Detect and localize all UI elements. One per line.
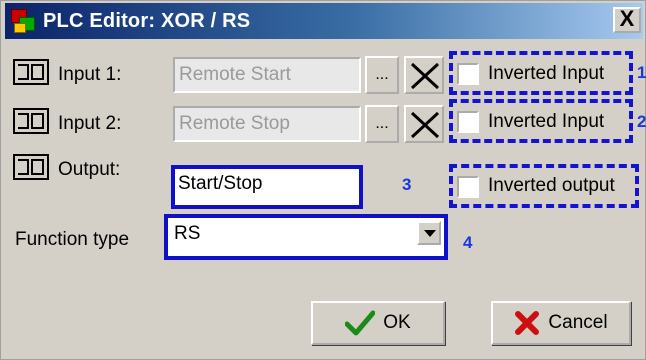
plc-block-icon: [13, 154, 49, 180]
output-field[interactable]: Start/Stop: [171, 165, 363, 209]
output-invert-label: Inverted output: [488, 175, 615, 196]
close-button[interactable]: X: [613, 7, 641, 33]
input-2-label: Input 2:: [58, 113, 122, 134]
plc-block-icon: [13, 59, 49, 85]
input-2-field[interactable]: Remote Stop: [173, 106, 361, 142]
input-1-clear-button[interactable]: [404, 56, 444, 94]
ok-label: OK: [383, 312, 411, 333]
input-1-browse-button[interactable]: ...: [365, 56, 399, 94]
ok-button[interactable]: OK: [311, 301, 445, 345]
cancel-label: Cancel: [548, 312, 608, 333]
function-type-label: Function type: [15, 229, 130, 250]
cancel-button[interactable]: Cancel: [491, 301, 631, 345]
output-invert-checkbox[interactable]: [457, 176, 479, 198]
function-type-select[interactable]: RS: [164, 214, 448, 260]
input-1-label: Input 1:: [58, 64, 122, 85]
marker-3: 3: [402, 175, 412, 194]
input-2-clear-button[interactable]: [404, 105, 444, 143]
marker-1: 1: [637, 63, 646, 82]
function-type-value: RS: [174, 223, 201, 244]
title-bar: PLC Editor: XOR / RS X: [5, 3, 643, 39]
plc-block-icon: [13, 108, 49, 134]
marker-4: 4: [463, 233, 473, 252]
x-clear-icon: [410, 111, 440, 139]
marker-2: 2: [637, 112, 646, 131]
window-title: PLC Editor: XOR / RS: [43, 9, 251, 32]
checkmark-icon: [345, 310, 376, 336]
input-1-invert-checkbox[interactable]: [457, 63, 479, 85]
chevron-down-icon[interactable]: [417, 221, 441, 245]
input-2-invert-label: Inverted Input: [488, 111, 605, 132]
output-label: Output:: [58, 159, 121, 180]
input-1-field[interactable]: Remote Start: [173, 57, 361, 93]
app-icon: [11, 9, 35, 33]
input-2-invert-checkbox[interactable]: [457, 111, 479, 133]
plc-editor-dialog: PLC Editor: XOR / RS X Input 1: Remote S…: [0, 0, 646, 360]
x-clear-icon: [410, 62, 440, 90]
input-2-browse-button[interactable]: ...: [365, 105, 399, 143]
red-x-icon: [515, 311, 540, 335]
input-1-invert-label: Inverted Input: [488, 63, 605, 84]
